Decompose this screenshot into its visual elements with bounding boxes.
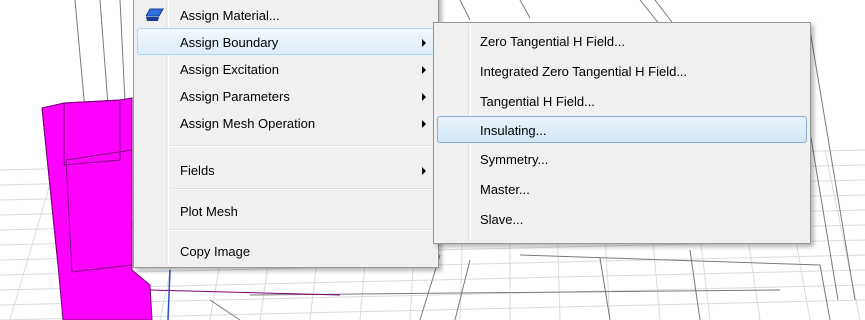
menu-item-assign-mesh-operation[interactable]: Assign Mesh Operation bbox=[137, 109, 435, 136]
menu-item-label: Slave... bbox=[480, 212, 524, 227]
menu-item-zero-tangential-h-field[interactable]: Zero Tangential H Field... bbox=[437, 27, 807, 54]
menu-item-slave[interactable]: Slave... bbox=[437, 205, 807, 232]
menu-item-label: Zero Tangential H Field... bbox=[480, 34, 625, 49]
chevron-right-icon bbox=[422, 39, 426, 47]
chevron-right-icon bbox=[422, 120, 426, 128]
menu-item-integrated-zero-tangential-h-field[interactable]: Integrated Zero Tangential H Field... bbox=[437, 57, 807, 84]
menu-item-label: Master... bbox=[480, 182, 530, 197]
menu-item-label: Insulating... bbox=[480, 123, 547, 138]
menu-item-copy-image[interactable]: Copy Image bbox=[137, 237, 435, 264]
chevron-right-icon bbox=[422, 93, 426, 101]
menu-item-label: Fields bbox=[180, 163, 215, 178]
boundary-submenu: Zero Tangential H Field... Integrated Ze… bbox=[433, 22, 811, 244]
menu-item-tangential-h-field[interactable]: Tangential H Field... bbox=[437, 87, 807, 114]
menu-item-label: Tangential H Field... bbox=[480, 94, 595, 109]
menu-item-assign-material[interactable]: Assign Material... bbox=[137, 1, 435, 28]
menu-item-assign-boundary[interactable]: Assign Boundary bbox=[137, 28, 435, 55]
menu-item-label: Assign Excitation bbox=[180, 62, 279, 77]
menu-item-assign-excitation[interactable]: Assign Excitation bbox=[137, 55, 435, 82]
chevron-right-icon bbox=[422, 167, 426, 175]
menu-item-label: Integrated Zero Tangential H Field... bbox=[480, 64, 688, 79]
menu-item-label: Assign Material... bbox=[180, 8, 280, 23]
menu-separator bbox=[170, 188, 435, 190]
menu-item-symmetry[interactable]: Symmetry... bbox=[437, 145, 807, 172]
menu-item-label: Assign Parameters bbox=[180, 89, 290, 104]
menu-item-label: Copy Image bbox=[180, 244, 251, 259]
material-icon bbox=[146, 8, 164, 21]
menu-item-master[interactable]: Master... bbox=[437, 175, 807, 202]
menu-item-label: Plot Mesh bbox=[180, 204, 238, 219]
menu-item-label: Symmetry... bbox=[480, 152, 549, 167]
menu-item-assign-parameters[interactable]: Assign Parameters bbox=[137, 82, 435, 109]
chevron-right-icon bbox=[422, 66, 426, 74]
menu-item-plot-mesh[interactable]: Plot Mesh bbox=[137, 197, 435, 224]
menu-item-fields[interactable]: Fields bbox=[137, 156, 435, 183]
menu-separator bbox=[170, 145, 435, 147]
menu-separator bbox=[170, 229, 435, 231]
menu-item-label: Assign Mesh Operation bbox=[180, 116, 316, 131]
menu-item-label: Assign Boundary bbox=[180, 35, 279, 50]
context-menu: Assign Material... Assign Boundary Assig… bbox=[133, 0, 439, 268]
menu-item-insulating[interactable]: Insulating... bbox=[437, 116, 807, 143]
